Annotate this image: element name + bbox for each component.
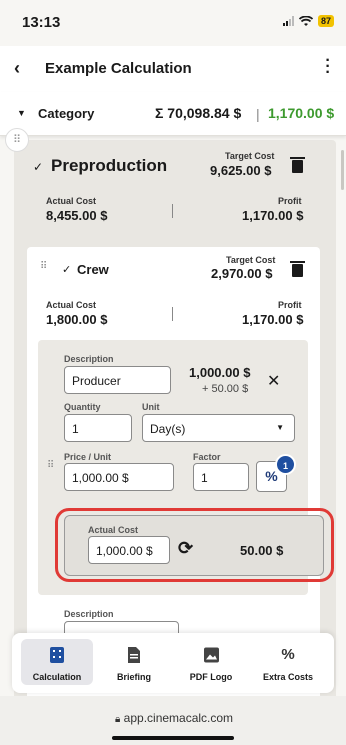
tab-label: Extra Costs — [262, 672, 314, 682]
page-title: Example Calculation — [45, 60, 192, 77]
document-icon — [128, 647, 140, 663]
drag-handle-icon[interactable]: ⠿ — [5, 128, 29, 152]
crew-actual-value: 1,800.00 $ — [46, 312, 108, 327]
actual-profit-value: 50.00 $ — [240, 543, 284, 558]
category-profit: 1,170.00 $ — [268, 105, 335, 121]
crew-target-label: Target Cost — [226, 255, 276, 265]
crew-profit-label: Profit — [278, 300, 302, 310]
tab-label: PDF Logo — [189, 672, 233, 682]
percent-icon: % — [281, 646, 295, 663]
next-description-label: Description — [64, 609, 114, 619]
tab-label: Briefing — [116, 672, 151, 682]
divider — [172, 307, 173, 321]
factor-input[interactable]: 1 — [193, 463, 249, 491]
caret-down-icon[interactable]: ▼ — [17, 108, 26, 118]
tab-extra-costs[interactable]: % Extra Costs — [252, 639, 324, 685]
remove-item-icon[interactable]: ✕ — [267, 371, 280, 391]
description-label: Description — [64, 354, 114, 364]
unit-label: Unit — [142, 402, 160, 412]
description-input[interactable]: Producer — [64, 366, 171, 394]
divider — [172, 204, 173, 218]
chevron-down-icon[interactable]: ✓ — [62, 263, 71, 276]
category-bar[interactable]: ▼ Category Σ 70,098.84 $ | 1,170.00 $ — [0, 92, 346, 136]
actual-cost-input[interactable]: 1,000.00 $ — [88, 536, 170, 564]
quantity-label: Quantity — [64, 402, 101, 412]
item-total: 1,000.00 $ — [189, 365, 251, 380]
percent-count-badge: 1 — [275, 454, 296, 475]
chevron-down-icon[interactable]: ✓ — [33, 160, 43, 174]
back-chevron-icon[interactable]: ‹ — [14, 58, 20, 79]
home-indicator[interactable] — [112, 736, 234, 740]
delete-trash-icon[interactable] — [290, 261, 305, 277]
category-label: Category — [38, 106, 95, 121]
tab-label: Calculation — [32, 672, 82, 682]
drag-handle-icon[interactable]: ⠿ — [40, 262, 47, 272]
status-icons: 87 — [282, 15, 334, 27]
crew-title: Crew — [77, 262, 109, 277]
crew-profit-value: 1,170.00 $ — [242, 312, 304, 327]
battery-icon: 87 — [317, 15, 334, 27]
crew-actual-label: Actual Cost — [46, 300, 97, 310]
preproduction-actual-label: Actual Cost — [46, 196, 97, 206]
bottom-nav: Calculation Briefing PDF Logo % Extra Co… — [12, 633, 334, 693]
tab-pdf-logo[interactable]: PDF Logo — [175, 639, 247, 685]
url-value: app.cinemacalc.com — [123, 711, 234, 725]
preproduction-actual-value: 8,455.00 $ — [46, 208, 108, 223]
delete-trash-icon[interactable] — [290, 157, 305, 173]
wifi-icon — [298, 15, 313, 26]
category-sum: Σ 70,098.84 $ — [155, 105, 242, 121]
lock-icon: 🔒︎ — [115, 714, 121, 725]
actual-cost-label: Actual Cost — [88, 525, 139, 535]
scrollbar[interactable] — [341, 150, 344, 190]
price-unit-input[interactable]: 1,000.00 $ — [64, 463, 174, 491]
signal-icon — [282, 16, 294, 26]
preproduction-target-label: Target Cost — [225, 151, 275, 161]
tab-briefing[interactable]: Briefing — [98, 639, 170, 685]
caret-down-icon: ▼ — [276, 423, 284, 432]
category-separator: | — [256, 106, 260, 122]
status-bar: 13:13 87 — [0, 0, 346, 46]
tab-calculation[interactable]: Calculation — [21, 639, 93, 685]
unit-select[interactable]: Day(s) ▼ — [142, 414, 295, 442]
more-menu-icon[interactable]: · · · — [324, 53, 332, 81]
price-unit-label: Price / Unit — [64, 452, 112, 462]
preproduction-target-value: 9,625.00 $ — [210, 163, 272, 178]
quantity-input[interactable]: 1 — [64, 414, 132, 442]
preproduction-title: Preproduction — [51, 156, 168, 175]
item-delta: + 50.00 $ — [202, 383, 249, 395]
factor-label: Factor — [193, 452, 221, 462]
calculator-icon — [50, 647, 64, 663]
url-text: 🔒︎ app.cinemacalc.com — [115, 711, 233, 725]
preproduction-profit-value: 1,170.00 $ — [242, 208, 304, 223]
preproduction-profit-label: Profit — [278, 196, 302, 206]
sync-icon[interactable]: ⟳ — [178, 538, 193, 559]
app-header: ‹ Example Calculation · · · — [0, 46, 346, 92]
status-time: 13:13 — [22, 14, 61, 31]
drag-handle-icon[interactable]: ⠿ — [47, 461, 54, 471]
crew-target-value: 2,970.00 $ — [211, 266, 273, 281]
unit-select-value: Day(s) — [150, 422, 186, 436]
image-icon — [203, 647, 219, 663]
